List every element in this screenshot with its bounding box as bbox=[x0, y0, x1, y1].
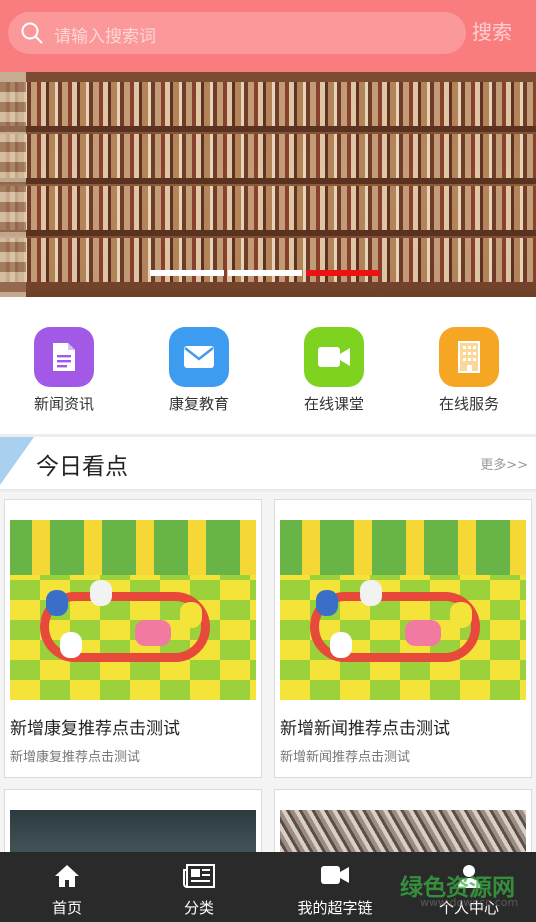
banner-image bbox=[0, 82, 536, 126]
carousel-dot[interactable] bbox=[150, 270, 224, 276]
quick-link-service[interactable]: 在线服务 bbox=[419, 327, 519, 414]
quick-link-label: 新闻资讯 bbox=[33, 395, 94, 413]
watermark-url: www.downcc.com bbox=[420, 896, 519, 909]
quick-link-news[interactable]: 新闻资讯 bbox=[14, 327, 114, 414]
search-button[interactable]: 搜索 bbox=[472, 16, 512, 45]
home-icon bbox=[55, 865, 79, 887]
article-card[interactable]: 新增新闻推荐点击测试 新增新闻推荐点击测试 bbox=[274, 499, 532, 778]
more-link[interactable]: 更多>> bbox=[480, 454, 528, 473]
tab-my-links[interactable]: 我的超字链 bbox=[268, 852, 402, 922]
article-image bbox=[280, 520, 526, 700]
carousel-dot-active[interactable] bbox=[306, 270, 380, 276]
tab-home[interactable]: 首页 bbox=[0, 852, 134, 922]
section-title: 今日看点 bbox=[36, 454, 128, 480]
article-image bbox=[10, 520, 256, 700]
quick-link-education[interactable]: 康复教育 bbox=[149, 327, 249, 414]
quick-links: 新闻资讯 康复教育 在线课堂 在线服务 bbox=[0, 297, 536, 434]
article-card[interactable]: 新增康复推荐点击测试 新增康复推荐点击测试 bbox=[4, 499, 262, 778]
building-icon bbox=[439, 327, 499, 387]
search-icon bbox=[21, 22, 43, 44]
corner-decoration bbox=[0, 437, 34, 485]
carousel-dot[interactable] bbox=[228, 270, 302, 276]
video-camera-icon bbox=[304, 327, 364, 387]
search-placeholder: 请输入搜索词 bbox=[54, 27, 156, 47]
video-camera-icon bbox=[321, 866, 349, 884]
article-title: 新增新闻推荐点击测试 bbox=[280, 719, 450, 739]
document-icon bbox=[34, 327, 94, 387]
article-subtitle: 新增康复推荐点击测试 bbox=[10, 750, 141, 765]
top-bar: 请输入搜索词 搜索 bbox=[0, 0, 536, 72]
tab-category[interactable]: 分类 bbox=[132, 852, 266, 922]
quick-link-label: 在线课堂 bbox=[303, 395, 364, 413]
tab-label: 我的超字链 bbox=[297, 899, 373, 917]
article-subtitle: 新增新闻推荐点击测试 bbox=[280, 750, 411, 765]
search-input[interactable]: 请输入搜索词 bbox=[8, 12, 466, 54]
article-grid: 新增康复推荐点击测试 新增康复推荐点击测试 新增新闻推荐点击测试 新增新闻推荐点… bbox=[0, 492, 536, 860]
article-card[interactable] bbox=[4, 789, 262, 860]
quick-link-label: 康复教育 bbox=[168, 395, 229, 413]
quick-link-classroom[interactable]: 在线课堂 bbox=[284, 327, 384, 414]
section-header: 今日看点 更多>> bbox=[0, 437, 536, 490]
quick-link-label: 在线服务 bbox=[438, 395, 499, 413]
mail-icon bbox=[169, 327, 229, 387]
tab-label: 分类 bbox=[183, 899, 214, 917]
article-title: 新增康复推荐点击测试 bbox=[10, 719, 180, 739]
newspaper-icon bbox=[183, 864, 215, 888]
article-card[interactable] bbox=[274, 789, 532, 860]
banner-carousel[interactable] bbox=[0, 72, 536, 297]
tab-label: 首页 bbox=[51, 899, 82, 917]
